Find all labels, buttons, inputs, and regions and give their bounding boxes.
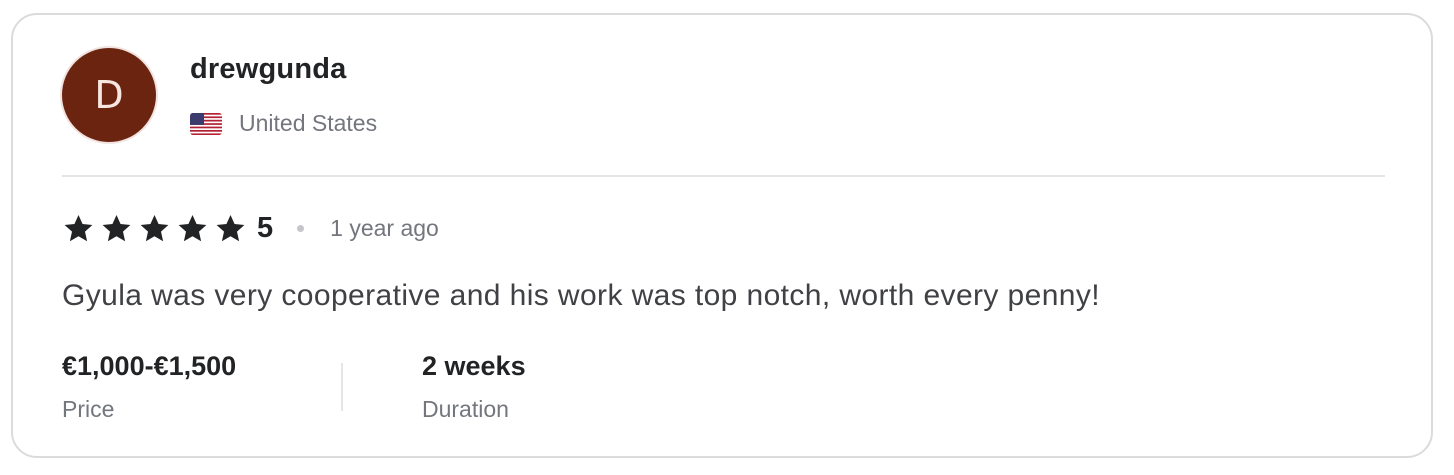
- rating-value: 5: [257, 211, 274, 244]
- us-flag-icon: [190, 112, 222, 135]
- star-icon: [100, 212, 133, 245]
- star-icon: [138, 212, 171, 245]
- duration-label: Duration: [422, 396, 509, 422]
- price-value: €1,000-€1,500: [62, 351, 237, 381]
- stat-divider: [341, 363, 343, 411]
- price-label: Price: [62, 396, 115, 422]
- avatar-initial: D: [94, 73, 124, 117]
- country-label: United States: [239, 110, 378, 136]
- username[interactable]: drewgunda: [190, 53, 346, 86]
- separator-dot: [297, 224, 305, 232]
- star-icon: [62, 212, 95, 245]
- price-stat: €1,000-€1,500 Price: [62, 351, 236, 423]
- star-rating: [62, 212, 252, 245]
- header-divider: [62, 175, 1385, 177]
- review-header: D drewgunda United States: [13, 15, 1431, 175]
- review-text: Gyula was very cooperative and his work …: [62, 279, 1101, 312]
- country-row: United States: [190, 110, 377, 137]
- duration-value: 2 weeks: [422, 351, 526, 381]
- star-icon: [214, 212, 247, 245]
- star-icon: [176, 212, 209, 245]
- duration-stat: 2 weeks Duration: [422, 351, 526, 423]
- avatar[interactable]: D: [62, 48, 156, 142]
- rating-row: 5 1 year ago: [62, 210, 439, 246]
- review-time: 1 year ago: [330, 214, 439, 241]
- review-card: D drewgunda United States 5 1 year ago G…: [11, 13, 1433, 458]
